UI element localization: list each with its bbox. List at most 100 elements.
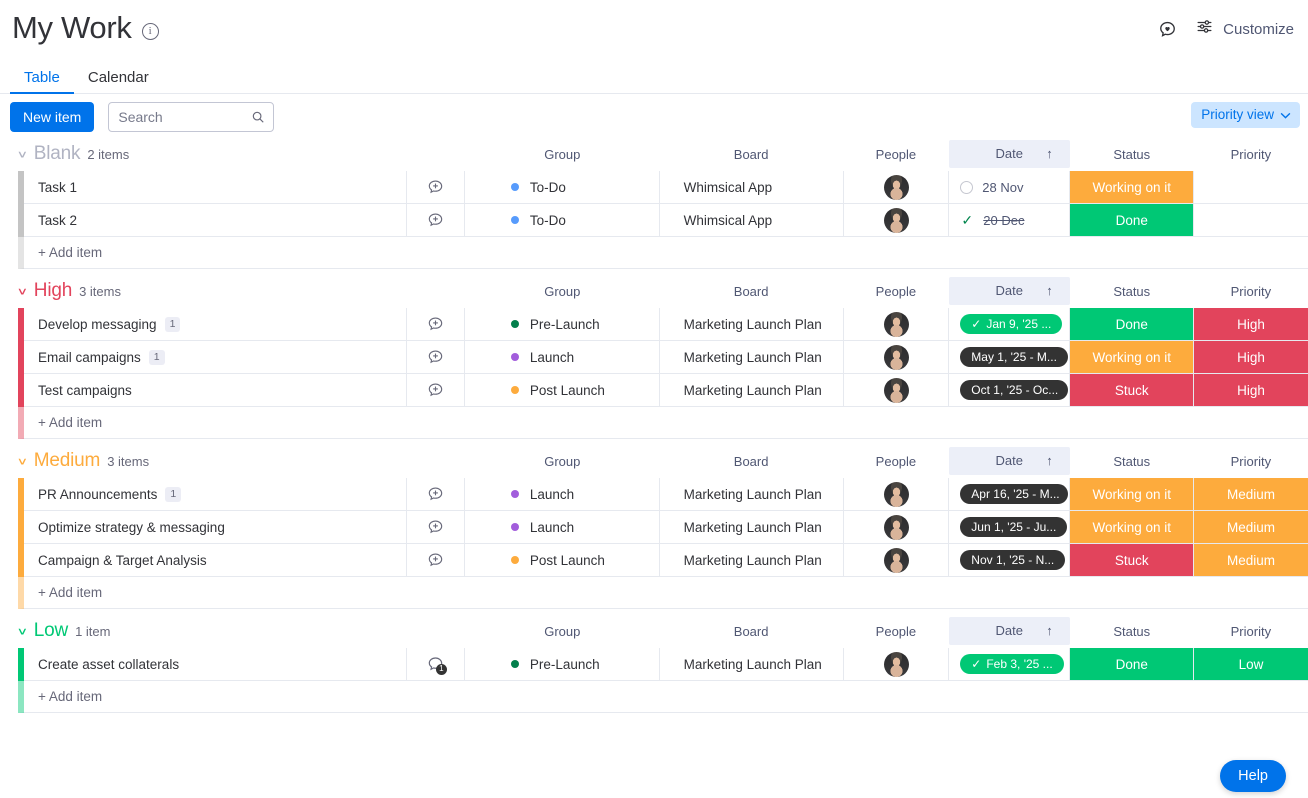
- comment-icon[interactable]: 1: [426, 655, 447, 675]
- new-item-button[interactable]: New item: [10, 102, 95, 132]
- cell-people[interactable]: [844, 171, 950, 203]
- search-box[interactable]: [108, 102, 275, 132]
- cell-people[interactable]: [844, 648, 950, 680]
- cell-item-name[interactable]: Test campaigns: [24, 374, 407, 406]
- column-header-date[interactable]: Date ↑: [948, 140, 1070, 168]
- avatar[interactable]: [883, 174, 909, 200]
- cell-priority[interactable]: Medium: [1194, 511, 1308, 543]
- cell-status[interactable]: Working on it: [1070, 511, 1195, 543]
- cell-board[interactable]: Marketing Launch Plan: [660, 341, 844, 373]
- date-pill[interactable]: Oct 1, '25 - Oc...: [960, 380, 1069, 400]
- chevron-down-icon[interactable]: ∨: [16, 286, 28, 296]
- cell-priority[interactable]: High: [1194, 341, 1308, 373]
- date-pill[interactable]: Nov 1, '25 - N...: [960, 550, 1066, 570]
- chat-heart-icon[interactable]: [1155, 17, 1179, 41]
- cell-updates[interactable]: [407, 544, 465, 576]
- cell-priority[interactable]: High: [1194, 374, 1308, 406]
- cell-group[interactable]: Launch: [465, 511, 660, 543]
- add-item-button[interactable]: + Add item: [18, 237, 1308, 269]
- cell-date[interactable]: ✓ 20 Dec: [949, 204, 1071, 236]
- cell-updates[interactable]: [407, 171, 465, 203]
- cell-people[interactable]: [844, 374, 950, 406]
- column-header-date[interactable]: Date ↑: [948, 447, 1070, 475]
- cell-updates[interactable]: [407, 511, 465, 543]
- cell-date[interactable]: May 1, '25 - M...: [949, 341, 1071, 373]
- add-item-button[interactable]: + Add item: [18, 681, 1308, 713]
- date-pill[interactable]: ✓ Feb 3, '25 ...: [960, 654, 1064, 674]
- tab-table[interactable]: Table: [10, 69, 74, 94]
- cell-updates[interactable]: [407, 341, 465, 373]
- date-pill[interactable]: Jun 1, '25 - Ju...: [960, 517, 1068, 537]
- cell-priority[interactable]: Low: [1194, 648, 1308, 680]
- cell-status[interactable]: Working on it: [1070, 341, 1195, 373]
- cell-board[interactable]: Marketing Launch Plan: [660, 374, 844, 406]
- avatar[interactable]: [883, 481, 909, 507]
- cell-updates[interactable]: 1: [407, 648, 465, 680]
- avatar[interactable]: [883, 311, 909, 337]
- group-name[interactable]: High: [34, 280, 72, 302]
- add-item-button[interactable]: + Add item: [18, 577, 1308, 609]
- chevron-down-icon[interactable]: ∨: [16, 626, 28, 636]
- info-icon[interactable]: i: [141, 22, 159, 40]
- group-name[interactable]: Low: [34, 620, 68, 642]
- cell-people[interactable]: [844, 511, 950, 543]
- add-update-icon[interactable]: [426, 211, 445, 230]
- cell-group[interactable]: Launch: [465, 478, 660, 510]
- cell-people[interactable]: [844, 544, 950, 576]
- cell-board[interactable]: Marketing Launch Plan: [660, 308, 844, 340]
- cell-board[interactable]: Whimsical App: [660, 204, 844, 236]
- chevron-down-icon[interactable]: ∨: [16, 149, 28, 159]
- avatar[interactable]: [883, 377, 909, 403]
- cell-people[interactable]: [844, 478, 950, 510]
- cell-group[interactable]: Pre-Launch: [465, 648, 660, 680]
- cell-board[interactable]: Marketing Launch Plan: [660, 544, 844, 576]
- cell-date[interactable]: Oct 1, '25 - Oc...: [949, 374, 1071, 406]
- group-name[interactable]: Blank: [34, 143, 81, 165]
- add-update-icon[interactable]: [426, 485, 445, 504]
- cell-status[interactable]: Done: [1070, 204, 1195, 236]
- cell-date[interactable]: Nov 1, '25 - N...: [949, 544, 1071, 576]
- cell-priority[interactable]: [1194, 204, 1308, 236]
- cell-date[interactable]: ✓ Jan 9, '25 ...: [949, 308, 1071, 340]
- add-update-icon[interactable]: [426, 381, 445, 400]
- add-update-icon[interactable]: [426, 551, 445, 570]
- cell-people[interactable]: [844, 308, 950, 340]
- cell-group[interactable]: To-Do: [465, 171, 660, 203]
- cell-board[interactable]: Marketing Launch Plan: [660, 648, 844, 680]
- customize-button[interactable]: Customize: [1195, 17, 1294, 41]
- table-row[interactable]: Create asset collaterals 1 Pre-Launch Mark…: [18, 648, 1308, 681]
- table-row[interactable]: PR Announcements 1 Launch Marketing Launch…: [18, 478, 1308, 511]
- cell-item-name[interactable]: PR Announcements 1: [24, 478, 407, 510]
- cell-group[interactable]: Launch: [465, 341, 660, 373]
- group-name[interactable]: Medium: [34, 450, 101, 472]
- cell-people[interactable]: [844, 341, 950, 373]
- add-update-icon[interactable]: [426, 518, 445, 537]
- date-pill[interactable]: Apr 16, '25 - M...: [960, 484, 1069, 504]
- cell-date[interactable]: 28 Nov: [949, 171, 1071, 203]
- cell-board[interactable]: Whimsical App: [660, 171, 844, 203]
- table-row[interactable]: Optimize strategy & messaging Launch Mark…: [18, 511, 1308, 544]
- avatar[interactable]: [883, 547, 909, 573]
- add-update-icon[interactable]: [426, 315, 445, 334]
- cell-status[interactable]: Stuck: [1070, 544, 1195, 576]
- table-row[interactable]: Test campaigns Post Launch Marketing Laun…: [18, 374, 1308, 407]
- priority-view-dropdown[interactable]: Priority view: [1191, 102, 1300, 128]
- cell-priority[interactable]: Medium: [1194, 544, 1308, 576]
- table-row[interactable]: Develop messaging 1 Pre-Launch Marketing L…: [18, 308, 1308, 341]
- cell-group[interactable]: Post Launch: [465, 374, 660, 406]
- cell-status[interactable]: Working on it: [1070, 171, 1195, 203]
- cell-group[interactable]: Post Launch: [465, 544, 660, 576]
- column-header-date[interactable]: Date ↑: [948, 617, 1070, 645]
- cell-item-name[interactable]: Create asset collaterals: [24, 648, 407, 680]
- cell-date[interactable]: ✓ Feb 3, '25 ...: [949, 648, 1071, 680]
- table-row[interactable]: Email campaigns 1 Launch Marketing Launch …: [18, 341, 1308, 374]
- date-pill[interactable]: May 1, '25 - M...: [960, 347, 1068, 367]
- cell-item-name[interactable]: Task 2: [24, 204, 407, 236]
- cell-group[interactable]: Pre-Launch: [465, 308, 660, 340]
- cell-status[interactable]: Working on it: [1070, 478, 1195, 510]
- cell-status[interactable]: Done: [1070, 308, 1195, 340]
- cell-item-name[interactable]: Campaign & Target Analysis: [24, 544, 407, 576]
- cell-priority[interactable]: High: [1194, 308, 1308, 340]
- table-row[interactable]: Campaign & Target Analysis Post Launch Ma…: [18, 544, 1308, 577]
- cell-board[interactable]: Marketing Launch Plan: [660, 478, 844, 510]
